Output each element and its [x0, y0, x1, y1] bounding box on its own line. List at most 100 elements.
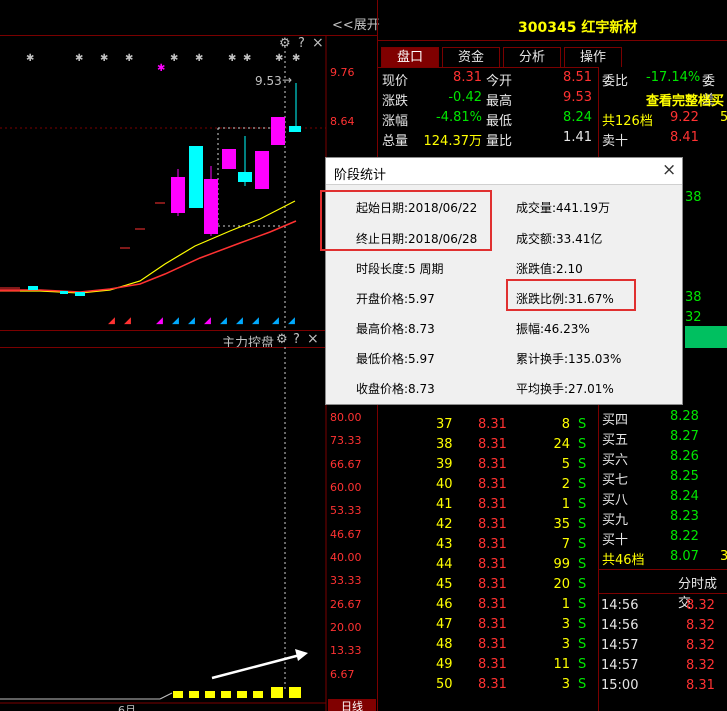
buy-price: 8.25 — [670, 469, 699, 484]
volume-bar — [205, 691, 215, 698]
svg-text:◢: ◢ — [288, 316, 295, 326]
weibi-label: 委比 — [602, 74, 629, 89]
svg-text:✱: ✱ — [26, 53, 34, 64]
trade-row: 37 8.31 8 S — [380, 417, 595, 437]
tab-fenxi[interactable]: 分析 — [503, 47, 561, 67]
cumulative-turnover-value: 135.03% — [568, 352, 622, 366]
volume-bar — [253, 691, 263, 698]
help-icon[interactable]: ? — [298, 36, 305, 51]
svg-text:◢: ◢ — [108, 316, 115, 326]
trade-price: 8.31 — [478, 557, 507, 572]
change-value-value: 2.10 — [556, 262, 583, 276]
amplitude-row: 振幅:46.23% — [516, 320, 590, 337]
total-buy-price: 8.07 — [670, 549, 699, 564]
gear-icon[interactable]: ⚙ — [279, 36, 291, 51]
volume-bar — [237, 691, 247, 698]
tab-pankou[interactable]: 盘口 — [381, 47, 439, 67]
trade-vol: 24 — [553, 437, 570, 452]
highlight-box-dates — [320, 190, 492, 251]
tick-price: 8.32 — [686, 638, 715, 653]
total-sell-label: 共126档 — [602, 114, 653, 129]
buy-label: 买五 — [602, 433, 629, 448]
total-sell-row: 共126档 9.22 5 — [602, 110, 727, 130]
quote-label: 量比 — [486, 134, 513, 149]
tick-time: 14:56 — [601, 598, 639, 613]
buy-price: 8.26 — [670, 449, 699, 464]
trade-no: 40 — [436, 477, 453, 492]
close-icon[interactable]: × — [662, 160, 676, 180]
trade-price: 8.31 — [478, 637, 507, 652]
tab-zijin[interactable]: 资金 — [442, 47, 500, 67]
trade-price: 8.31 — [478, 677, 507, 692]
collapse-button[interactable]: <<展开 — [332, 14, 380, 33]
change-value-row: 涨跌值:2.10 — [516, 260, 583, 277]
quote-value: -0.42 — [448, 90, 482, 105]
svg-text:◢: ◢ — [124, 316, 131, 326]
amplitude-value: 46.23% — [544, 322, 590, 336]
trade-no: 37 — [436, 417, 453, 432]
trade-no: 42 — [436, 517, 453, 532]
quote-value: 8.31 — [453, 70, 482, 85]
avg-turnover-label: 平均换手: — [516, 382, 569, 396]
indicator-y-label: 26.67 — [330, 598, 362, 611]
trade-price: 8.31 — [478, 537, 507, 552]
volume-bar — [189, 691, 199, 698]
trade-side: S — [578, 457, 587, 472]
svg-text:◢: ◢ — [156, 316, 163, 326]
candle — [238, 172, 252, 182]
tick-row: 14:56 8.32 — [600, 598, 727, 618]
tick-price: 8.32 — [686, 658, 715, 673]
candle — [189, 146, 203, 208]
weibi-value: -17.14% — [646, 70, 701, 85]
buy-label: 买六 — [602, 453, 629, 468]
trade-no: 49 — [436, 657, 453, 672]
trade-row: 45 8.31 20 S — [380, 577, 595, 597]
trade-side: S — [578, 497, 587, 512]
svg-text:✱: ✱ — [170, 53, 178, 64]
svg-text:✱: ✱ — [157, 63, 165, 74]
trade-row: 44 8.31 99 S — [380, 557, 595, 577]
svg-text:◢: ◢ — [272, 316, 279, 326]
period-stats-dialog[interactable]: 阶段统计 × 起始日期:2018/06/22 终止日期:2018/06/28 时… — [320, 157, 683, 405]
quote-row: 涨跌 -0.42 最高 9.53 — [382, 90, 597, 110]
indicator-panel[interactable]: 主力控盘 ⚙ ? × 80.00 73.33 66.67 60.00 53.33… — [0, 330, 377, 711]
tick-time: 14:57 — [601, 658, 639, 673]
trade-side: S — [578, 517, 587, 532]
duration-row: 时段长度:5 周期 — [356, 260, 444, 277]
view-full-book-link[interactable]: 查看完整档买 — [646, 90, 724, 109]
partial-price: 38 — [685, 190, 702, 205]
volume-label: 成交量: — [516, 201, 557, 215]
trade-price: 8.31 — [478, 497, 507, 512]
stock-title: 300345 红宇新材 — [518, 20, 638, 36]
buy-row: 买九 8.23 — [602, 509, 727, 529]
indicator-y-label: 53.33 — [330, 504, 362, 517]
period-button[interactable]: 日线 — [328, 699, 376, 711]
trade-no: 41 — [436, 497, 453, 512]
high-price-marker: 9.53 — [255, 74, 282, 88]
quote-label: 最低 — [486, 114, 513, 129]
tick-time: 14:56 — [601, 618, 639, 633]
trade-vol: 1 — [561, 497, 570, 512]
trade-price: 8.31 — [478, 617, 507, 632]
tick-time: 15:00 — [601, 678, 639, 693]
volume-bar — [221, 691, 231, 698]
tick-row: 14:57 8.32 — [600, 638, 727, 658]
avg-turnover-value: 27.01% — [568, 382, 614, 396]
open-price-row: 开盘价格:5.97 — [356, 290, 435, 307]
dialog-titlebar[interactable]: 阶段统计 × — [326, 158, 682, 185]
quote-value: -4.81% — [436, 110, 482, 125]
trade-row: 39 8.31 5 S — [380, 457, 595, 477]
trade-price: 8.31 — [478, 657, 507, 672]
tab-caozuo[interactable]: 操作 — [564, 47, 622, 67]
sell10-row: 卖十 8.41 — [602, 130, 727, 150]
duration-label: 时段长度: — [356, 262, 409, 276]
high-price-label: 最高价格: — [356, 322, 409, 336]
low-price-value: 5.97 — [408, 352, 435, 366]
quote-label: 涨跌 — [382, 94, 409, 109]
buy-label: 买八 — [602, 493, 629, 508]
close-icon[interactable]: × — [312, 35, 324, 51]
kline-chart-panel[interactable]: ✱ ✱ ✱ ✱ ✱ ✱ ✱ ✱ ✱ ✱ ✱ ◢ ◢ ◢ ◢ ◢ ◢ ◢ ◢ ◢ ◢ ◢ 9.53 → 9… — [0, 35, 377, 331]
quote-value: 124.37万 — [423, 134, 483, 149]
trade-row: 41 8.31 1 S — [380, 497, 595, 517]
trade-price: 8.31 — [478, 477, 507, 492]
